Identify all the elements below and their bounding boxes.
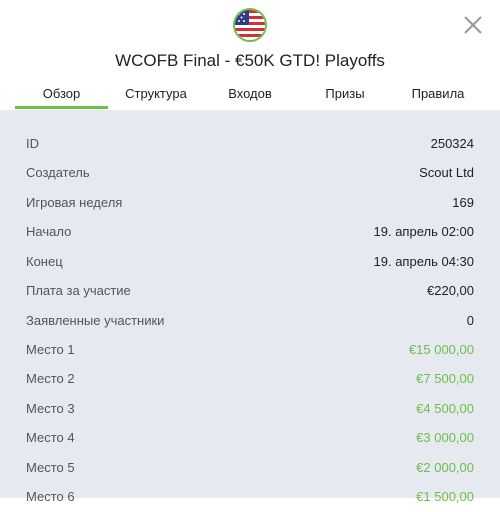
detail-row-registered: Заявленные участники 0 <box>0 307 500 336</box>
tab-structure[interactable]: Структура <box>115 86 197 101</box>
detail-label: Создатель <box>26 165 90 180</box>
tab-prizes[interactable]: Призы <box>305 86 385 101</box>
detail-value: Scout Ltd <box>419 165 474 180</box>
prize-amount: €4 500,00 <box>416 401 474 416</box>
tab-bar: Обзор Структура Входов Призы Правила <box>0 86 500 108</box>
modal-header: WCOFB Final - €50K GTD! Playoffs Обзор С… <box>0 0 500 110</box>
prize-amount: €15 000,00 <box>408 342 474 357</box>
prize-place-label: Место 6 <box>26 489 75 504</box>
detail-row-game-week: Игровая неделя 169 <box>0 189 500 218</box>
close-icon[interactable] <box>462 14 484 36</box>
tab-rules[interactable]: Правила <box>398 86 478 101</box>
detail-value: 0 <box>466 313 474 328</box>
prize-amount: €2 000,00 <box>416 460 474 475</box>
tab-overview[interactable]: Обзор <box>15 86 108 101</box>
detail-value: 19. апрель 02:00 <box>373 224 474 239</box>
detail-value: 19. апрель 04:30 <box>373 254 474 269</box>
detail-row-creator: Создатель Scout Ltd <box>0 159 500 188</box>
overview-panel: ID 250324 Создатель Scout Ltd Игровая не… <box>0 110 500 504</box>
prize-place-label: Место 2 <box>26 371 75 386</box>
detail-row-start: Начало 19. апрель 02:00 <box>0 218 500 247</box>
detail-label: Игровая неделя <box>26 195 123 210</box>
prize-row: Место 1 €15 000,00 <box>0 336 500 365</box>
detail-label: Плата за участие <box>26 283 131 298</box>
prize-amount: €3 000,00 <box>416 430 474 445</box>
prize-row: Место 2 €7 500,00 <box>0 365 500 394</box>
detail-label: Начало <box>26 224 72 239</box>
active-tab-indicator <box>15 106 108 109</box>
prize-row: Место 4 €3 000,00 <box>0 424 500 453</box>
detail-row-id: ID 250324 <box>0 130 500 159</box>
detail-value: 250324 <box>430 136 474 151</box>
detail-label: Заявленные участники <box>26 313 165 328</box>
detail-value: €220,00 <box>427 283 474 298</box>
prize-row: Место 3 €4 500,00 <box>0 395 500 424</box>
prize-place-label: Место 1 <box>26 342 75 357</box>
detail-row-entry-fee: Плата за участие €220,00 <box>0 277 500 306</box>
prize-place-label: Место 3 <box>26 401 75 416</box>
detail-value: 169 <box>452 195 474 210</box>
detail-label: ID <box>26 136 39 151</box>
detail-label: Конец <box>26 254 63 269</box>
prize-place-label: Место 5 <box>26 460 75 475</box>
prize-amount: €1 500,00 <box>416 489 474 504</box>
prize-row: Место 5 €2 000,00 <box>0 454 500 483</box>
prize-place-label: Место 4 <box>26 430 75 445</box>
tournament-title: WCOFB Final - €50K GTD! Playoffs <box>115 51 385 70</box>
tab-entries[interactable]: Входов <box>210 86 290 101</box>
us-flag-icon <box>235 10 265 40</box>
prize-amount: €7 500,00 <box>416 371 474 386</box>
detail-row-end: Конец 19. апрель 04:30 <box>0 248 500 277</box>
